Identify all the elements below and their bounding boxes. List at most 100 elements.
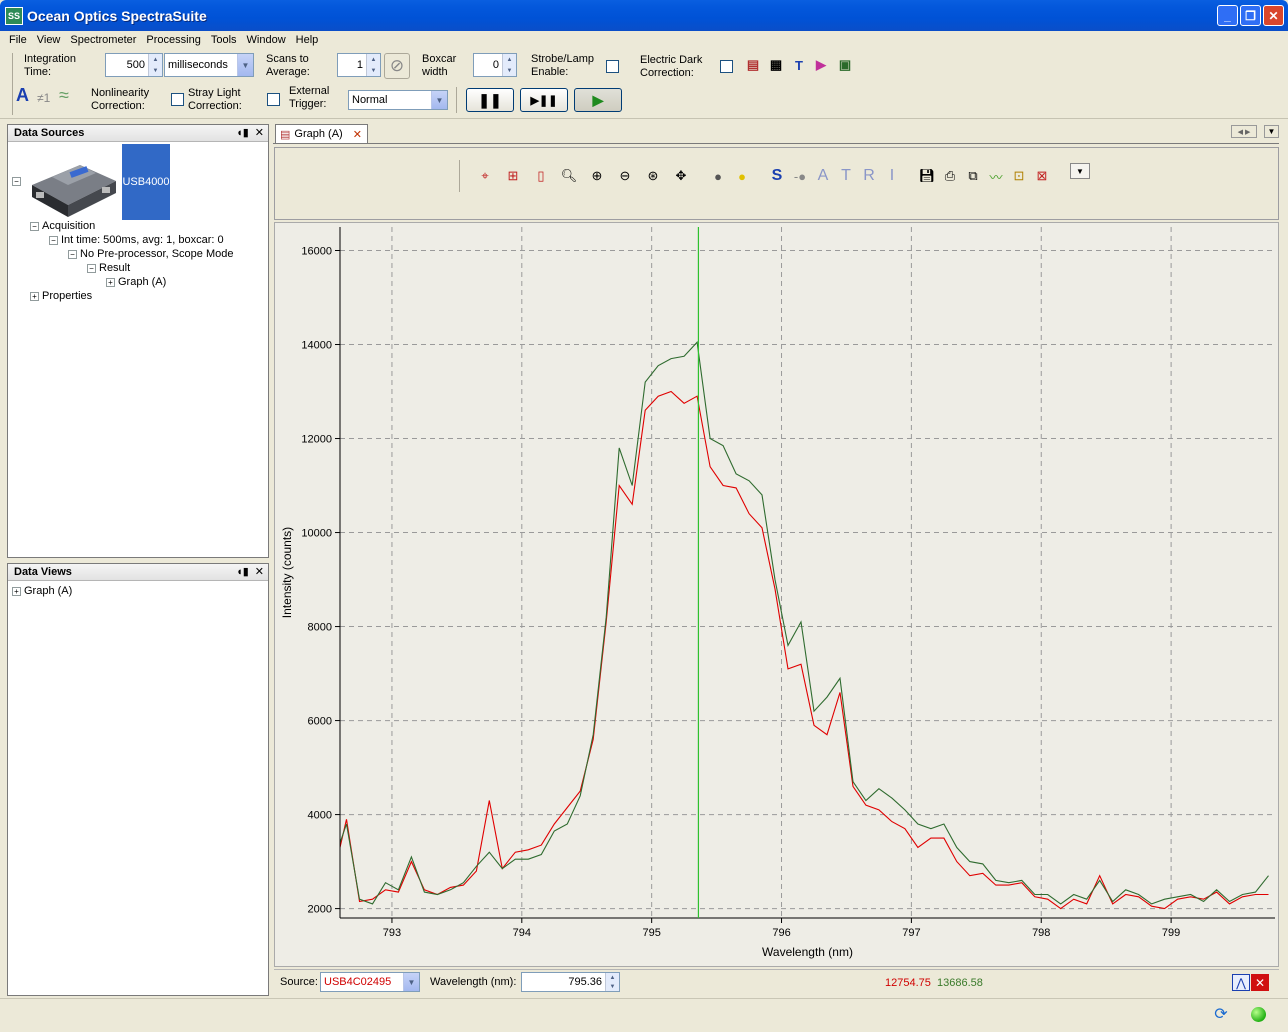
zoom-in-icon[interactable]: ⊕ bbox=[588, 167, 606, 185]
graph-view-icon[interactable]: ▤ bbox=[745, 57, 761, 73]
spin-down-icon[interactable]: ▼ bbox=[367, 65, 380, 76]
zoom-fit-icon[interactable]: 🔍︎ bbox=[560, 167, 578, 185]
plot-area[interactable]: 793 794 795 796 797 798 799 2000 4000 6000 8000 100… bbox=[274, 222, 1279, 967]
zoom-box-icon[interactable]: ⊞ bbox=[504, 167, 522, 185]
table-view-icon[interactable]: ▦ bbox=[768, 57, 784, 73]
integration-unit-select[interactable]: milliseconds ▼ bbox=[164, 53, 254, 77]
spin-up-icon[interactable]: ▲ bbox=[606, 973, 619, 982]
tree-item-properties[interactable]: Properties bbox=[42, 290, 92, 302]
restore-button[interactable]: ❐ bbox=[1240, 5, 1261, 26]
peak-icon[interactable]: ⋀ bbox=[1232, 974, 1250, 991]
trigger-mode-select[interactable]: Normal ▼ bbox=[348, 90, 448, 110]
menu-file[interactable]: File bbox=[4, 34, 32, 46]
source-select[interactable]: USB4C02495 ▼ bbox=[320, 972, 420, 992]
text-icon[interactable]: T bbox=[791, 57, 807, 73]
reflection-mode-icon[interactable]: R bbox=[860, 167, 878, 185]
spin-up-icon[interactable]: ▲ bbox=[503, 54, 516, 65]
minimize-panel-icon[interactable]: ◖▮ bbox=[236, 565, 249, 578]
nonlinearity-checkbox[interactable] bbox=[171, 93, 184, 106]
zoom-out-icon[interactable]: ⊖ bbox=[616, 167, 634, 185]
save-icon[interactable]: 💾︎ bbox=[918, 167, 936, 185]
tree-item-preprocessor[interactable]: No Pre-processor, Scope Mode bbox=[80, 248, 233, 260]
not-equal-icon[interactable]: ≠1 bbox=[37, 92, 50, 105]
scans-to-average-spinner[interactable]: 1 ▲ ▼ bbox=[337, 53, 381, 77]
chevron-down-icon[interactable]: ▼ bbox=[237, 54, 253, 76]
chevron-down-icon[interactable]: ▼ bbox=[431, 91, 447, 109]
stray-light-checkbox[interactable] bbox=[267, 93, 280, 106]
minimize-panel-icon[interactable]: ◖▮ bbox=[236, 126, 249, 139]
spin-down-icon[interactable]: ▼ bbox=[606, 982, 619, 991]
wavelength-spinner[interactable]: 795.36 ▲ ▼ bbox=[521, 972, 620, 992]
bulb-off-icon[interactable]: ● bbox=[709, 167, 727, 185]
copy-icon[interactable]: ⧉ bbox=[964, 167, 982, 185]
collapse-icon[interactable]: − bbox=[49, 235, 58, 245]
dark-bulb-icon[interactable]: -● bbox=[791, 167, 809, 185]
boxcar-width-spinner[interactable]: 0 ▲ ▼ bbox=[473, 53, 517, 77]
scope-mode-icon[interactable]: S bbox=[768, 167, 786, 185]
refresh-icon[interactable]: ⟳ bbox=[1212, 1005, 1230, 1023]
transmission-mode-icon[interactable]: T bbox=[837, 167, 855, 185]
bulb-on-icon[interactable]: ● bbox=[733, 167, 751, 185]
clear-peak-icon[interactable]: ✕ bbox=[1251, 974, 1269, 991]
data-view-item-graph[interactable]: Graph (A) bbox=[24, 585, 72, 597]
menu-view[interactable]: View bbox=[32, 34, 66, 46]
tree-item-int-time[interactable]: Int time: 500ms, avg: 1, boxcar: 0 bbox=[61, 234, 224, 246]
crosshair-icon[interactable]: ⌖ bbox=[476, 167, 494, 185]
electric-dark-checkbox[interactable] bbox=[720, 60, 733, 73]
close-tab-icon[interactable]: ✕ bbox=[353, 128, 362, 141]
close-panel-icon[interactable]: ✕ bbox=[255, 126, 264, 139]
strobe-lamp-checkbox[interactable] bbox=[606, 60, 619, 73]
collapse-icon[interactable]: − bbox=[30, 221, 39, 231]
chevron-down-icon[interactable]: ▼ bbox=[403, 973, 419, 991]
wave-icon[interactable]: ≈ bbox=[59, 86, 69, 104]
expand-icon[interactable]: + bbox=[12, 586, 21, 596]
step-button[interactable]: ▶❚❚ bbox=[520, 88, 568, 112]
graph-tab-icon: ▤ bbox=[280, 128, 291, 141]
irradiance-mode-icon[interactable]: I bbox=[883, 167, 901, 185]
close-panel-icon[interactable]: ✕ bbox=[255, 565, 264, 578]
absorbance-mode-icon[interactable]: A bbox=[814, 167, 832, 185]
vertical-zoom-icon[interactable]: ▯ bbox=[532, 167, 550, 185]
minimize-button[interactable]: _ bbox=[1217, 5, 1238, 26]
collapse-icon[interactable]: − bbox=[68, 249, 77, 259]
expand-icon[interactable]: + bbox=[30, 291, 39, 301]
collapse-icon[interactable]: − bbox=[12, 177, 21, 186]
delete-overlay-icon[interactable]: ⊠ bbox=[1033, 167, 1051, 185]
spin-down-icon[interactable]: ▼ bbox=[149, 65, 162, 76]
zoom-reset-icon[interactable]: ⊛ bbox=[644, 167, 662, 185]
play-button[interactable]: ▶ bbox=[574, 88, 622, 112]
close-button[interactable]: ✕ bbox=[1263, 5, 1284, 26]
data-views-panel: Data Views ◖▮ ✕ + Graph (A) bbox=[7, 563, 269, 996]
device-label[interactable]: USB4000 bbox=[122, 144, 170, 220]
stop-averaging-icon[interactable]: ⊘ bbox=[384, 53, 410, 79]
export-icon[interactable]: ⊡ bbox=[1010, 167, 1028, 185]
menu-help[interactable]: Help bbox=[291, 34, 324, 46]
tree-item-result[interactable]: Result bbox=[99, 262, 130, 274]
tree-item-graph[interactable]: Graph (A) bbox=[118, 276, 166, 288]
y-tick-label: 12000 bbox=[301, 434, 332, 446]
graph-toolbar-menu-icon[interactable]: ▼ bbox=[1070, 163, 1090, 179]
pan-icon[interactable]: ✥ bbox=[672, 167, 690, 185]
menu-spectrometer[interactable]: Spectrometer bbox=[65, 34, 141, 46]
expand-icon[interactable]: + bbox=[106, 277, 115, 287]
tab-menu-icon[interactable]: ▼ bbox=[1264, 125, 1279, 138]
play-pause-icon: ▶❚❚ bbox=[530, 94, 558, 107]
menu-window[interactable]: Window bbox=[242, 34, 291, 46]
menu-processing[interactable]: Processing bbox=[141, 34, 205, 46]
a-icon[interactable]: A bbox=[16, 86, 29, 104]
integration-time-spinner[interactable]: 500 ▲ ▼ bbox=[105, 53, 163, 77]
tab-graph-a[interactable]: ▤ Graph (A) ✕ bbox=[275, 124, 368, 143]
spin-up-icon[interactable]: ▲ bbox=[149, 54, 162, 65]
tab-scroll-icon[interactable]: ◀ ▶ bbox=[1231, 125, 1257, 138]
print-icon[interactable]: ⎙ bbox=[941, 167, 959, 185]
spectrum-view-icon[interactable]: ▣ bbox=[837, 57, 853, 73]
spin-down-icon[interactable]: ▼ bbox=[503, 65, 516, 76]
menu-tools[interactable]: Tools bbox=[206, 34, 242, 46]
collapse-icon[interactable]: − bbox=[87, 263, 96, 273]
overlay-icon[interactable]: 〰 bbox=[987, 167, 1005, 185]
pause-button[interactable]: ❚❚ bbox=[466, 88, 514, 112]
spectrum-chart[interactable]: 793 794 795 796 797 798 799 2000 4000 6000 8000 100… bbox=[275, 223, 1278, 966]
color-icon[interactable]: ▶ bbox=[813, 57, 829, 73]
tree-item-acquisition[interactable]: Acquisition bbox=[42, 220, 95, 232]
spin-up-icon[interactable]: ▲ bbox=[367, 54, 380, 65]
